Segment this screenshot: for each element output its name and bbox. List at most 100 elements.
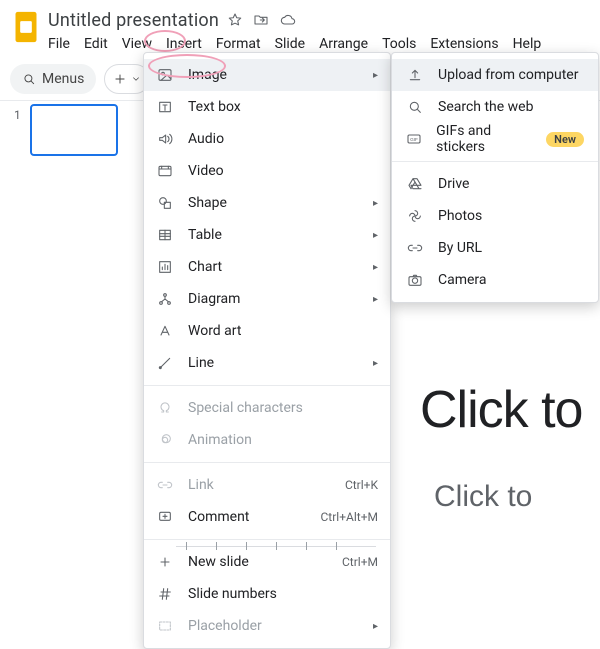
camera-icon — [406, 272, 424, 288]
photos-icon — [406, 208, 424, 224]
menu-arrange[interactable]: Arrange — [319, 36, 368, 52]
submenu-arrow-icon: ▸ — [373, 230, 378, 241]
insert-menu: Image ▸ Text box Audio Video Shape ▸ Tab… — [143, 52, 391, 649]
mi-label: Search the web — [438, 99, 533, 115]
placeholder-icon — [156, 618, 174, 634]
insert-comment[interactable]: Comment Ctrl+Alt+M — [144, 501, 390, 533]
mi-label: GIFs and stickers — [436, 123, 532, 155]
submenu-arrow-icon: ▸ — [373, 262, 378, 273]
menu-file[interactable]: File — [48, 36, 70, 52]
slide-canvas[interactable]: Click to Click to — [400, 360, 600, 540]
thumbnail-panel: 1 — [0, 92, 130, 560]
drive-icon — [406, 176, 424, 192]
mi-label: Shape — [188, 195, 227, 211]
plus-icon — [156, 554, 174, 570]
hash-icon — [156, 586, 174, 602]
image-photos[interactable]: Photos — [392, 200, 598, 232]
subtitle-placeholder[interactable]: Click to — [434, 480, 532, 514]
menu-edit[interactable]: Edit — [84, 36, 108, 52]
mi-label: Slide numbers — [188, 586, 277, 602]
insert-link: Link Ctrl+K — [144, 469, 390, 501]
chart-icon — [156, 259, 174, 275]
diagram-icon — [156, 291, 174, 307]
menu-slide[interactable]: Slide — [275, 36, 305, 52]
cloud-status-icon[interactable] — [279, 12, 297, 28]
menu-view[interactable]: View — [122, 36, 152, 52]
new-badge: New — [546, 132, 584, 147]
insert-wordart[interactable]: Word art — [144, 315, 390, 347]
mi-label: Audio — [188, 131, 224, 147]
submenu-arrow-icon: ▸ — [373, 198, 378, 209]
insert-diagram[interactable]: Diagram ▸ — [144, 283, 390, 315]
image-drive[interactable]: Drive — [392, 168, 598, 200]
audio-icon — [156, 131, 174, 147]
slide-number: 1 — [14, 108, 21, 122]
line-icon — [156, 355, 174, 371]
table-icon — [156, 227, 174, 243]
shape-icon — [156, 195, 174, 211]
image-url[interactable]: By URL — [392, 232, 598, 264]
insert-audio[interactable]: Audio — [144, 123, 390, 155]
star-icon[interactable] — [227, 12, 243, 28]
mi-label: Line — [188, 355, 214, 371]
menu-tools[interactable]: Tools — [382, 36, 416, 52]
submenu-arrow-icon: ▸ — [373, 621, 378, 632]
mi-label: Table — [188, 227, 222, 243]
image-search-web[interactable]: Search the web — [392, 91, 598, 123]
slide-thumbnail-1[interactable] — [30, 104, 118, 156]
link-icon — [156, 477, 174, 493]
menu-extensions[interactable]: Extensions — [430, 36, 498, 52]
image-submenu: Upload from computer Search the web GIF … — [391, 52, 599, 303]
menu-separator — [392, 161, 598, 162]
menus-label: Menus — [42, 71, 84, 87]
slides-logo — [10, 8, 42, 46]
mi-label: Camera — [438, 272, 487, 288]
insert-video[interactable]: Video — [144, 155, 390, 187]
image-upload[interactable]: Upload from computer — [392, 59, 598, 91]
svg-text:GIF: GIF — [410, 137, 418, 142]
mi-label: Image — [188, 67, 227, 83]
gif-icon: GIF — [406, 131, 422, 147]
mi-label: Drive — [438, 176, 469, 192]
image-gifs[interactable]: GIF GIFs and stickers New — [392, 123, 598, 155]
insert-image[interactable]: Image ▸ — [144, 59, 390, 91]
menu-separator — [144, 462, 390, 463]
insert-chart[interactable]: Chart ▸ — [144, 251, 390, 283]
insert-animation: Animation — [144, 424, 390, 456]
menu-separator — [144, 385, 390, 386]
comment-icon — [156, 509, 174, 525]
insert-slide-numbers[interactable]: Slide numbers — [144, 578, 390, 610]
mi-label: Special characters — [188, 400, 303, 416]
menu-insert[interactable]: Insert — [166, 36, 202, 52]
shortcut: Ctrl+M — [342, 555, 378, 569]
title-placeholder[interactable]: Click to — [420, 380, 582, 440]
menus-button[interactable]: Menus — [10, 64, 96, 94]
insert-textbox[interactable]: Text box — [144, 91, 390, 123]
animation-icon — [156, 432, 174, 448]
mi-label: Link — [188, 477, 214, 493]
image-camera[interactable]: Camera — [392, 264, 598, 296]
mi-label: Chart — [188, 259, 222, 275]
doc-title[interactable]: Untitled presentation — [48, 10, 219, 31]
submenu-arrow-icon: ▸ — [373, 294, 378, 305]
omega-icon — [156, 400, 174, 416]
shortcut: Ctrl+K — [345, 478, 378, 492]
insert-line[interactable]: Line ▸ — [144, 347, 390, 379]
search-icon — [406, 99, 424, 115]
submenu-arrow-icon: ▸ — [373, 70, 378, 81]
insert-table[interactable]: Table ▸ — [144, 219, 390, 251]
menu-help[interactable]: Help — [513, 36, 542, 52]
wordart-icon — [156, 323, 174, 339]
link-icon — [406, 240, 424, 256]
mi-label: Animation — [188, 432, 252, 448]
move-folder-icon[interactable] — [253, 12, 269, 28]
mi-label: Photos — [438, 208, 482, 224]
mi-label: Upload from computer — [438, 67, 578, 83]
mi-label: New slide — [188, 554, 249, 570]
mi-label: Diagram — [188, 291, 240, 307]
insert-shape[interactable]: Shape ▸ — [144, 187, 390, 219]
image-icon — [156, 67, 174, 83]
upload-icon — [406, 67, 424, 83]
insert-placeholder: Placeholder ▸ — [144, 610, 390, 642]
menu-format[interactable]: Format — [216, 36, 261, 52]
